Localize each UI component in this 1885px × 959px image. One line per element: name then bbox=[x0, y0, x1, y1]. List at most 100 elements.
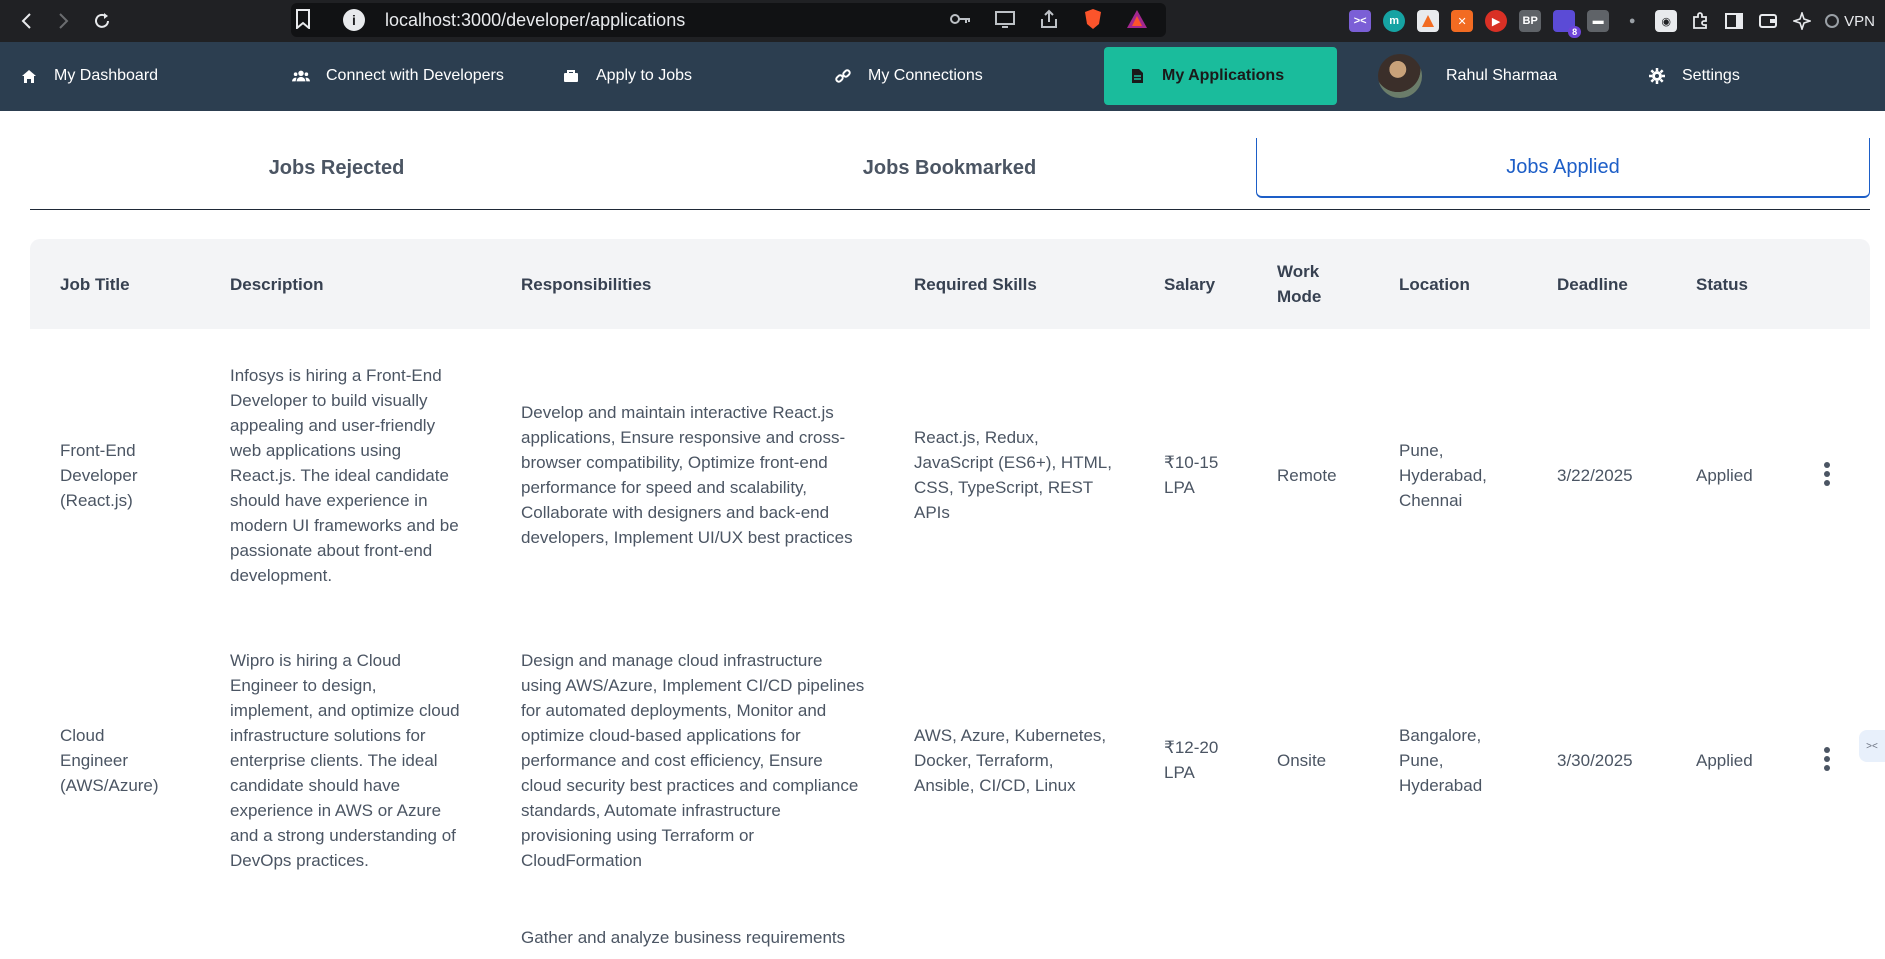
extension-close-icon[interactable]: ✕ bbox=[1451, 10, 1474, 32]
wallet-icon[interactable] bbox=[1757, 10, 1779, 32]
column-header-location[interactable]: Location bbox=[1399, 239, 1519, 329]
responsibilities-cell: Gather and analyze business requirements bbox=[521, 925, 866, 955]
deadline: 3/30/2025 bbox=[1557, 750, 1633, 770]
nav-label: My Connections bbox=[868, 67, 983, 84]
nav-label: My Dashboard bbox=[54, 67, 159, 84]
avatar bbox=[1378, 54, 1422, 98]
column-header-description[interactable]: Description bbox=[230, 239, 490, 329]
reload-icon[interactable] bbox=[84, 5, 120, 37]
vpn-status-icon bbox=[1825, 14, 1840, 28]
nav-label: Settings bbox=[1682, 67, 1740, 84]
column-header-work-mode[interactable]: Work Mode bbox=[1277, 239, 1337, 329]
key-icon[interactable] bbox=[950, 8, 972, 30]
tab-jobs-rejected[interactable]: Jobs Rejected bbox=[30, 138, 643, 198]
cast-icon[interactable] bbox=[994, 8, 1016, 30]
column-header-responsibilities[interactable]: Responsibilities bbox=[521, 239, 851, 329]
deadline-cell: 3/22/2025 bbox=[1557, 355, 1667, 595]
required-skills: AWS, Azure, Kubernetes, Docker, Terrafor… bbox=[914, 725, 1107, 795]
app-navbar: My Dashboard Connect with Developers App… bbox=[0, 42, 1885, 111]
nav-label: Rahul Sharmaa bbox=[1446, 67, 1558, 84]
salary: ₹10-15 LPA bbox=[1164, 453, 1219, 497]
users-icon bbox=[292, 67, 310, 85]
tab-label: Jobs Bookmarked bbox=[862, 156, 1037, 179]
extension-icon[interactable]: >< bbox=[1349, 10, 1372, 32]
devtools-toggle-icon[interactable]: >< bbox=[1859, 730, 1885, 762]
back-icon[interactable] bbox=[8, 5, 44, 37]
tab-jobs-applied[interactable]: Jobs Applied bbox=[1256, 138, 1870, 198]
table-row[interactable]: Gather and analyze business requirements bbox=[30, 925, 1870, 959]
column-header-deadline[interactable]: Deadline bbox=[1557, 239, 1667, 329]
nav-my-dashboard[interactable]: My Dashboard bbox=[20, 47, 220, 105]
puzzle-icon[interactable] bbox=[1689, 10, 1711, 32]
url-text[interactable]: localhost:3000/developer/applications bbox=[385, 10, 685, 31]
job-responsibilities: Design and manage cloud infrastructure u… bbox=[521, 650, 865, 870]
responsibilities-cell: Develop and maintain interactive React.j… bbox=[521, 355, 866, 595]
share-icon[interactable] bbox=[1038, 8, 1060, 30]
document-icon bbox=[1128, 67, 1146, 85]
home-icon bbox=[20, 67, 38, 85]
location: Pune, Hyderabad, Chennai bbox=[1399, 440, 1487, 510]
extension-folder-icon[interactable]: ▬ bbox=[1587, 10, 1610, 32]
column-header-job-title[interactable]: Job Title bbox=[60, 239, 210, 329]
column-header-status[interactable]: Status bbox=[1696, 239, 1796, 329]
work-mode: Onsite bbox=[1277, 750, 1327, 770]
brave-rewards-icon[interactable] bbox=[1126, 8, 1148, 30]
link-icon bbox=[834, 67, 852, 85]
row-menu-icon[interactable] bbox=[1823, 462, 1831, 486]
nav-apply-to-jobs[interactable]: Apply to Jobs bbox=[562, 47, 762, 105]
salary: ₹12-20 LPA bbox=[1164, 738, 1219, 782]
nav-label: Apply to Jobs bbox=[596, 67, 693, 84]
status-text: Applied bbox=[1696, 465, 1753, 485]
deadline: 3/22/2025 bbox=[1557, 465, 1633, 485]
extension-badge-icon[interactable]: 8 bbox=[1553, 10, 1582, 38]
skills-cell: React.js, Redux, JavaScript (ES6+), HTML… bbox=[914, 355, 1114, 595]
nav-settings[interactable]: Settings bbox=[1648, 47, 1808, 105]
tab-label: Jobs Applied bbox=[1506, 155, 1620, 178]
job-title: Cloud Engineer (AWS/Azure) bbox=[60, 725, 159, 795]
gear-icon bbox=[1648, 67, 1666, 85]
table-row[interactable]: Front-End Developer (React.js) Infosys i… bbox=[30, 355, 1870, 595]
work-mode-cell: Remote bbox=[1277, 355, 1377, 595]
extension-badge-count: 8 bbox=[1568, 26, 1582, 38]
tab-label: Jobs Rejected bbox=[268, 156, 405, 179]
address-bar[interactable]: i localhost:3000/developer/applications bbox=[291, 3, 1166, 37]
applications-table: Job Title Description Responsibilities R… bbox=[30, 239, 1870, 959]
extension-play-icon[interactable]: ▶ bbox=[1485, 10, 1508, 32]
job-responsibilities: Develop and maintain interactive React.j… bbox=[521, 403, 853, 547]
leo-ai-icon[interactable] bbox=[1791, 10, 1813, 32]
table-header: Job Title Description Responsibilities R… bbox=[30, 239, 1870, 329]
extension-brand-icon[interactable] bbox=[1417, 10, 1440, 32]
column-header-salary[interactable]: Salary bbox=[1164, 239, 1254, 329]
required-skills: React.js, Redux, JavaScript (ES6+), HTML… bbox=[914, 428, 1112, 522]
vpn-label: VPN bbox=[1844, 12, 1875, 30]
browser-toolbar: i localhost:3000/developer/applications … bbox=[0, 0, 1885, 42]
column-header-required-skills[interactable]: Required Skills bbox=[914, 239, 1114, 329]
tab-jobs-bookmarked[interactable]: Jobs Bookmarked bbox=[643, 138, 1256, 198]
extension-mic-icon[interactable]: ● bbox=[1621, 10, 1643, 32]
extension-record-icon[interactable]: ◉ bbox=[1655, 10, 1678, 32]
site-info-icon[interactable]: i bbox=[343, 9, 365, 31]
nav-profile[interactable]: Rahul Sharmaa bbox=[1378, 47, 1628, 105]
nav-connect-developers[interactable]: Connect with Developers bbox=[292, 47, 552, 105]
application-tabs: Jobs Rejected Jobs Bookmarked Jobs Appli… bbox=[30, 138, 1870, 210]
nav-my-connections[interactable]: My Connections bbox=[834, 47, 1034, 105]
nav-label: Connect with Developers bbox=[326, 67, 504, 84]
table-row[interactable]: Cloud Engineer (AWS/Azure) Wipro is hiri… bbox=[30, 640, 1870, 880]
nav-my-applications[interactable]: My Applications bbox=[1104, 47, 1337, 105]
bookmark-icon[interactable] bbox=[295, 9, 311, 34]
status-cell: Applied bbox=[1696, 355, 1796, 595]
row-menu-icon[interactable] bbox=[1823, 747, 1831, 771]
extension-bp-icon[interactable]: BP bbox=[1519, 10, 1542, 32]
forward-icon[interactable] bbox=[46, 5, 82, 37]
job-title: Front-End Developer (React.js) bbox=[60, 440, 138, 510]
brave-shield-icon[interactable] bbox=[1082, 8, 1104, 30]
location-cell: Pune, Hyderabad, Chennai bbox=[1399, 355, 1509, 595]
job-responsibilities: Gather and analyze business requirements bbox=[521, 928, 846, 947]
work-mode: Remote bbox=[1277, 465, 1337, 485]
extension-m-icon[interactable]: m bbox=[1383, 10, 1406, 32]
vpn-button[interactable]: VPN bbox=[1825, 13, 1875, 30]
job-title-cell: Cloud Engineer (AWS/Azure) bbox=[60, 640, 170, 880]
skills-cell: AWS, Azure, Kubernetes, Docker, Terrafor… bbox=[914, 640, 1114, 880]
sidebar-icon[interactable] bbox=[1723, 10, 1745, 32]
work-mode-cell: Onsite bbox=[1277, 640, 1377, 880]
